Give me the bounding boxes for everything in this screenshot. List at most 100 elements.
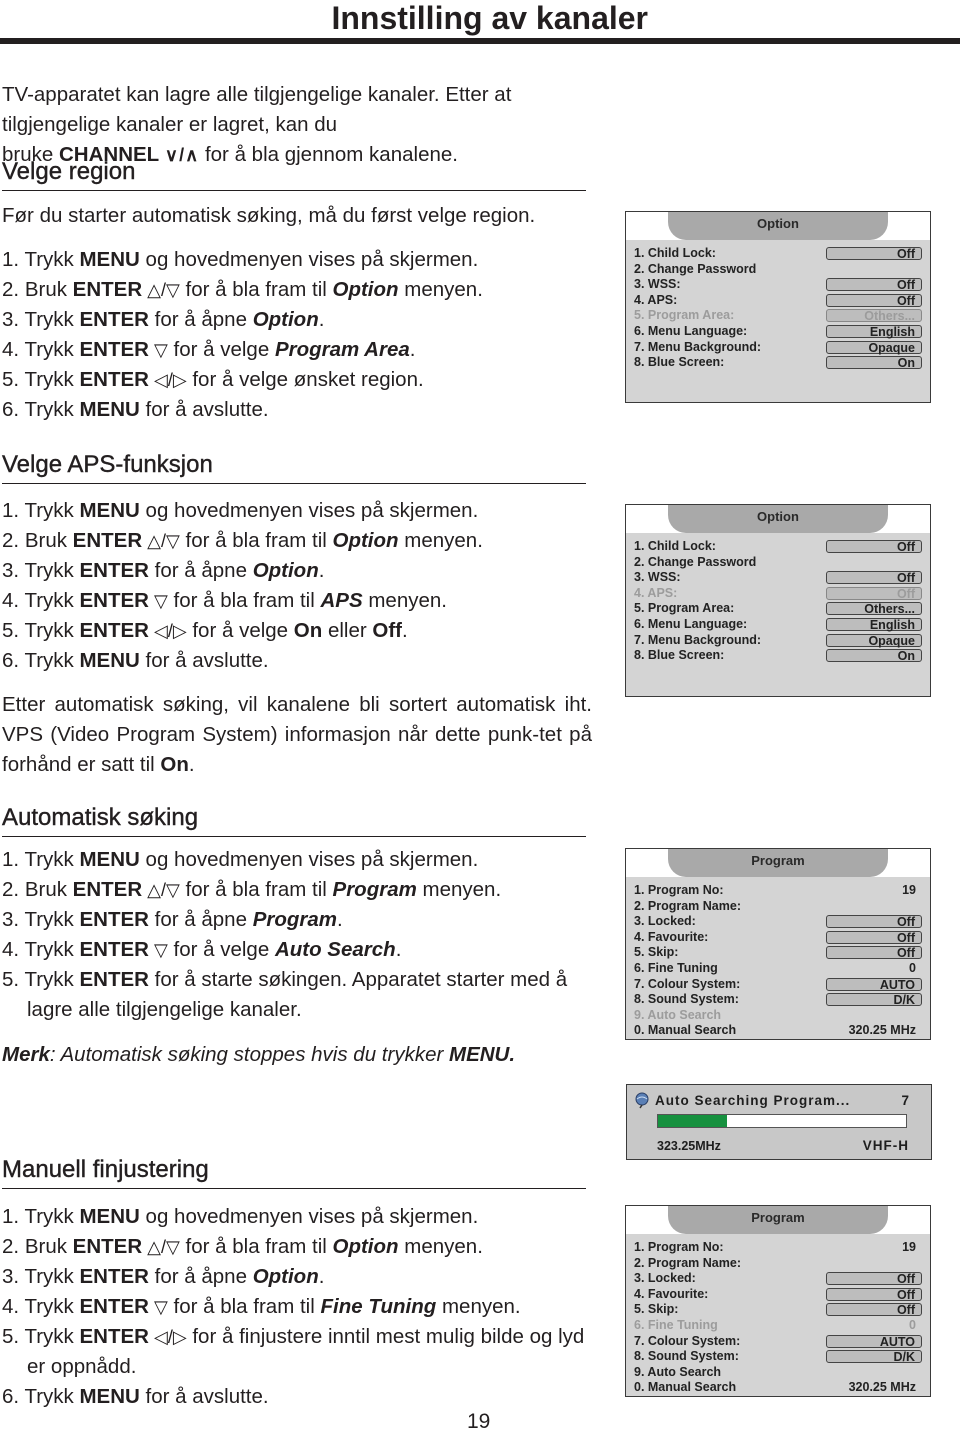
menu-row-value[interactable]: Off [826,278,922,292]
menu-row-value[interactable]: Off [826,1303,922,1317]
menu-row-value[interactable]: AUTO [826,1334,922,1348]
menu-row[interactable]: 2. Change Password [634,555,922,571]
menu-row-label: 8. Sound System: [634,1349,739,1364]
menu-row[interactable]: 8. Sound System: D/K [634,992,922,1008]
step-target: Auto Search [274,938,396,961]
intro-line-1: TV-apparatet kan lagre alle tilgjengelig… [2,83,512,136]
step-number: 1. [2,1205,20,1228]
menu-row[interactable]: 9. Auto Search [634,1365,922,1381]
menu-row-label: 5. Skip: [634,945,679,960]
menu-row-value[interactable]: Off [826,571,922,585]
step-target: Option [252,308,319,331]
step-key: ENTER [79,1325,149,1348]
menu-row[interactable]: 3. Locked: Off [634,1271,922,1287]
menu-row[interactable]: 1. Program No: 19 [634,883,922,899]
menu-row-value[interactable]: English [826,324,922,338]
menu-row-value[interactable]: Others... [826,309,922,323]
menu-row[interactable]: 2. Program Name: [634,1256,922,1272]
step-text: Bruk [24,1235,73,1258]
step-text: Trykk [24,248,80,271]
step-key: ENTER [72,529,143,552]
menu-row[interactable]: 7. Menu Background: Opaque [634,340,922,356]
menu-row-value[interactable]: Off [826,1287,922,1301]
menu-row-value[interactable]: Off [826,293,922,307]
menu-row-value[interactable]: Off [826,247,922,261]
menu-row[interactable]: 3. WSS: Off [634,277,922,293]
step-target: Program [332,878,417,901]
menu-row[interactable]: 7. Colour System: AUTO [634,1334,922,1350]
menu-row-label: 8. Blue Screen: [634,355,725,370]
menu-row-value[interactable]: Off [826,946,922,960]
step-target: Option [332,278,399,301]
menu-row-value[interactable]: Others... [826,602,922,616]
step-text: Trykk [24,649,80,672]
menu-row[interactable]: 9. Auto Search [634,1008,922,1024]
menu-row[interactable]: 8. Sound System: D/K [634,1349,922,1365]
menu-row[interactable]: 0. Manual Search 320.25 MHz [634,1380,922,1396]
menu-row[interactable]: 6. Menu Language: English [634,617,922,633]
step-number: 5. [2,1325,20,1348]
menu-row[interactable]: 2. Change Password [634,262,922,278]
step-text: . [402,619,408,642]
menu-row-value[interactable]: AUTO [826,977,922,991]
step-number: 3. [2,1265,20,1288]
auto-note: Merk: Automatisk søking stoppes hvis du … [2,1040,592,1070]
step-key: MENU [79,1205,140,1228]
menu-row-value[interactable]: D/K [826,1350,922,1364]
menu-row[interactable]: 7. Colour System: AUTO [634,977,922,993]
menu-title: Option [668,212,888,240]
menu-row-label: 6. Menu Language: [634,616,748,631]
menu-row-value[interactable]: D/K [826,993,922,1007]
menu-row[interactable]: 8. Blue Screen: On [634,355,922,371]
step-text: Trykk [24,398,80,421]
step-item: 1. Trykk MENU og hovedmenyen vises på sk… [2,245,592,275]
step-target: Option [252,559,319,582]
menu-row-value[interactable]: Off [826,1272,922,1286]
menu-row-value[interactable]: On [826,649,922,663]
menu-row[interactable]: 7. Menu Background: Opaque [634,633,922,649]
menu-row-value[interactable]: Off [826,586,922,600]
menu-row[interactable]: 8. Blue Screen: On [634,648,922,664]
menu-row[interactable]: 6. Fine Tuning 0 [634,1318,922,1334]
menu-row[interactable]: 0. Manual Search 320.25 MHz [634,1023,922,1039]
menu-row[interactable]: 4. APS: Off [634,586,922,602]
step-text: Bruk [24,878,73,901]
menu-row[interactable]: 5. Program Area: Others... [634,601,922,617]
step-number: 3. [2,308,20,331]
step-key: ENTER [72,878,143,901]
menu-row-label: 4. APS: [634,585,678,600]
menu-row-value[interactable]: Off [826,930,922,944]
menu-row-value[interactable]: Opaque [826,340,922,354]
step-arrow-icon: ◁/▷ [148,621,187,641]
menu-row[interactable]: 1. Child Lock: Off [634,246,922,262]
menu-row-value[interactable]: On [826,356,922,370]
menu-row[interactable]: 3. Locked: Off [634,914,922,930]
menu-row[interactable]: 1. Program No: 19 [634,1240,922,1256]
section-heading-region: Velge region [2,158,586,191]
step-text: for å bla fram til [179,529,333,552]
step-text: Trykk [24,848,80,871]
menu-row[interactable]: 1. Child Lock: Off [634,539,922,555]
menu-row[interactable]: 6. Fine Tuning 0 [634,961,922,977]
menu-row-value[interactable]: Off [826,915,922,929]
menu-row[interactable]: 5. Skip: Off [634,1302,922,1318]
step-on: On [293,619,323,642]
step-key: ENTER [79,308,149,331]
menu-row[interactable]: 5. Skip: Off [634,945,922,961]
step-number: 4. [2,1295,20,1318]
menu-row[interactable]: 4. APS: Off [634,293,922,309]
menu-row-value[interactable]: English [826,617,922,631]
menu-row[interactable]: 2. Program Name: [634,899,922,915]
page-title: Innstilling av kanaler [331,0,648,36]
step-target: Program Area [274,338,410,361]
menu-row[interactable]: 4. Favourite: Off [634,930,922,946]
menu-row-value[interactable]: Off [826,540,922,554]
step-arrow-icon: ◁/▷ [148,1327,187,1347]
menu-row[interactable]: 5. Program Area: Others... [634,308,922,324]
menu-row[interactable]: 3. WSS: Off [634,570,922,586]
menu-row-value[interactable]: Opaque [826,633,922,647]
step-key: ENTER [79,1265,149,1288]
menu-row[interactable]: 4. Favourite: Off [634,1287,922,1303]
step-number: 6. [2,398,20,421]
menu-row[interactable]: 6. Menu Language: English [634,324,922,340]
